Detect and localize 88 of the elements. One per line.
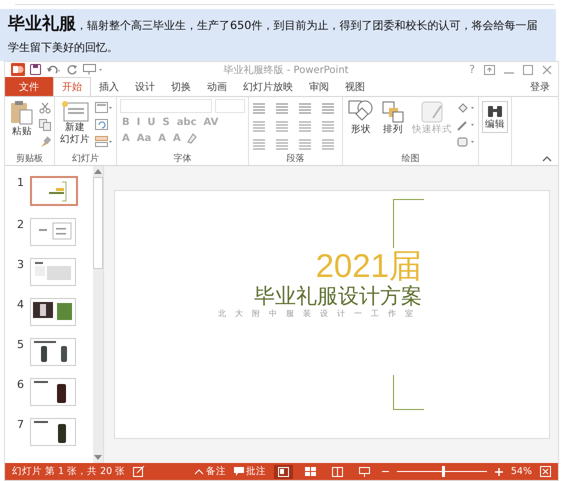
new-slide-icon: [61, 100, 89, 122]
scroll-down-icon[interactable]: [94, 455, 102, 460]
reset-icon[interactable]: [95, 119, 109, 131]
scissors-icon[interactable]: [39, 102, 51, 114]
slide-number: 3: [17, 258, 25, 271]
format-button[interactable]: A: [120, 132, 132, 144]
arrange-icon: [381, 100, 405, 124]
ribbon-tab[interactable]: 视图: [337, 77, 373, 96]
group-label: 绘图: [400, 154, 420, 165]
zoom-in-icon[interactable]: [494, 468, 503, 476]
slide-number: 5: [17, 338, 25, 351]
layout-icon[interactable]: [95, 102, 113, 114]
normal-view-button[interactable]: [274, 464, 293, 478]
comments-button[interactable]: 批注: [234, 465, 266, 478]
notes-button[interactable]: 备注: [194, 465, 226, 478]
group-label: 剪贴板: [15, 154, 44, 165]
format-button[interactable]: I: [134, 117, 142, 128]
effects-icon[interactable]: [457, 136, 475, 148]
group-label: 段落: [286, 154, 306, 165]
shapes-button[interactable]: 形状: [346, 99, 376, 137]
help-button[interactable]: ?: [469, 63, 475, 76]
slide-count: 幻灯片 第 1 张，共 20 张: [12, 465, 126, 478]
slide-thumbnail[interactable]: [30, 258, 76, 286]
paste-button[interactable]: 粘贴: [8, 99, 36, 139]
slide-number: 2: [17, 218, 25, 231]
format-button[interactable]: Aa: [134, 132, 154, 144]
new-slide-button[interactable]: 新建 幻灯片: [58, 99, 92, 147]
format-button[interactable]: AV: [202, 117, 220, 128]
font-size-field[interactable]: [215, 99, 245, 113]
zoom-level: 54%: [510, 466, 532, 477]
format-button[interactable]: U: [145, 117, 158, 128]
collapse-ribbon-icon[interactable]: [542, 156, 552, 162]
clear-format-icon[interactable]: [186, 132, 198, 144]
redo-icon[interactable]: [67, 64, 78, 75]
fill-icon[interactable]: [457, 102, 475, 114]
slide-thumbnail[interactable]: [30, 298, 76, 326]
clipboard-icon: [10, 100, 34, 126]
window-title: 毕业礼服终版 - PowerPoint: [222, 64, 350, 76]
fit-to-window-icon[interactable]: [540, 466, 551, 477]
save-icon[interactable]: [30, 64, 41, 75]
editing-button[interactable]: 编辑: [482, 101, 508, 133]
close-icon[interactable]: [542, 64, 552, 74]
scrollbar[interactable]: [93, 166, 103, 463]
slide-number: 1: [17, 176, 25, 189]
brush-icon[interactable]: [39, 136, 51, 148]
slide-thumbnail[interactable]: [30, 378, 76, 406]
format-button[interactable]: B: [120, 117, 132, 128]
slide-thumbnail[interactable]: [30, 338, 76, 366]
ribbon-tab[interactable]: 审阅: [301, 77, 337, 96]
file-tab[interactable]: 文件: [5, 77, 53, 96]
slide-thumbnail[interactable]: [30, 218, 76, 246]
comment-icon: [234, 467, 244, 476]
ribbon-display-icon[interactable]: [484, 64, 495, 74]
ribbon-tab[interactable]: 动画: [199, 77, 235, 96]
bracket-line: [393, 199, 424, 248]
slide-year: 2021届: [316, 248, 422, 284]
format-button[interactable]: A: [171, 132, 183, 144]
format-button[interactable]: S: [160, 117, 172, 128]
slide-thumbnail[interactable]: [30, 176, 78, 206]
section-icon[interactable]: [95, 136, 113, 148]
scroll-up-icon[interactable]: [94, 169, 102, 174]
quick-styles-icon: [419, 100, 445, 124]
ribbon-tab[interactable]: 幻灯片放映: [235, 77, 301, 96]
undo-icon[interactable]: [46, 64, 62, 74]
slide-subtitle: 北大附中服装设计一工作室: [218, 308, 422, 320]
slide-number: 7: [17, 418, 25, 431]
slide-title: 毕业礼服设计方案: [254, 284, 422, 308]
group-label: 幻灯片: [71, 154, 100, 165]
slide-thumbnail[interactable]: [30, 418, 76, 446]
outline-icon[interactable]: [457, 119, 475, 131]
slide-number: 4: [17, 298, 25, 311]
arrange-button[interactable]: 排列: [379, 99, 407, 137]
ribbon-tab[interactable]: 开始: [53, 77, 91, 96]
copy-icon[interactable]: [39, 119, 51, 131]
caret-icon: [194, 468, 204, 476]
format-button[interactable]: A: [156, 132, 168, 144]
presentation-icon[interactable]: [83, 64, 103, 75]
group-label: 字体: [172, 154, 192, 165]
maximize-icon[interactable]: [523, 64, 533, 74]
format-button[interactable]: abc: [174, 117, 199, 128]
ribbon-tab[interactable]: 插入: [91, 77, 127, 96]
bracket-line: [393, 375, 424, 410]
article-paragraph: 毕业礼服，辐射整个高三毕业生，生产了650件，到目前为止，得到了团委和校长的认可，将会给每一届学生留下美好的回忆。: [0, 9, 556, 61]
ribbon-tab[interactable]: 切换: [163, 77, 199, 96]
sign-in-link[interactable]: 登录: [522, 77, 558, 96]
ribbon-tab[interactable]: 设计: [127, 77, 163, 96]
slide-number: 6: [17, 378, 25, 391]
font-name-field[interactable]: [120, 99, 212, 113]
